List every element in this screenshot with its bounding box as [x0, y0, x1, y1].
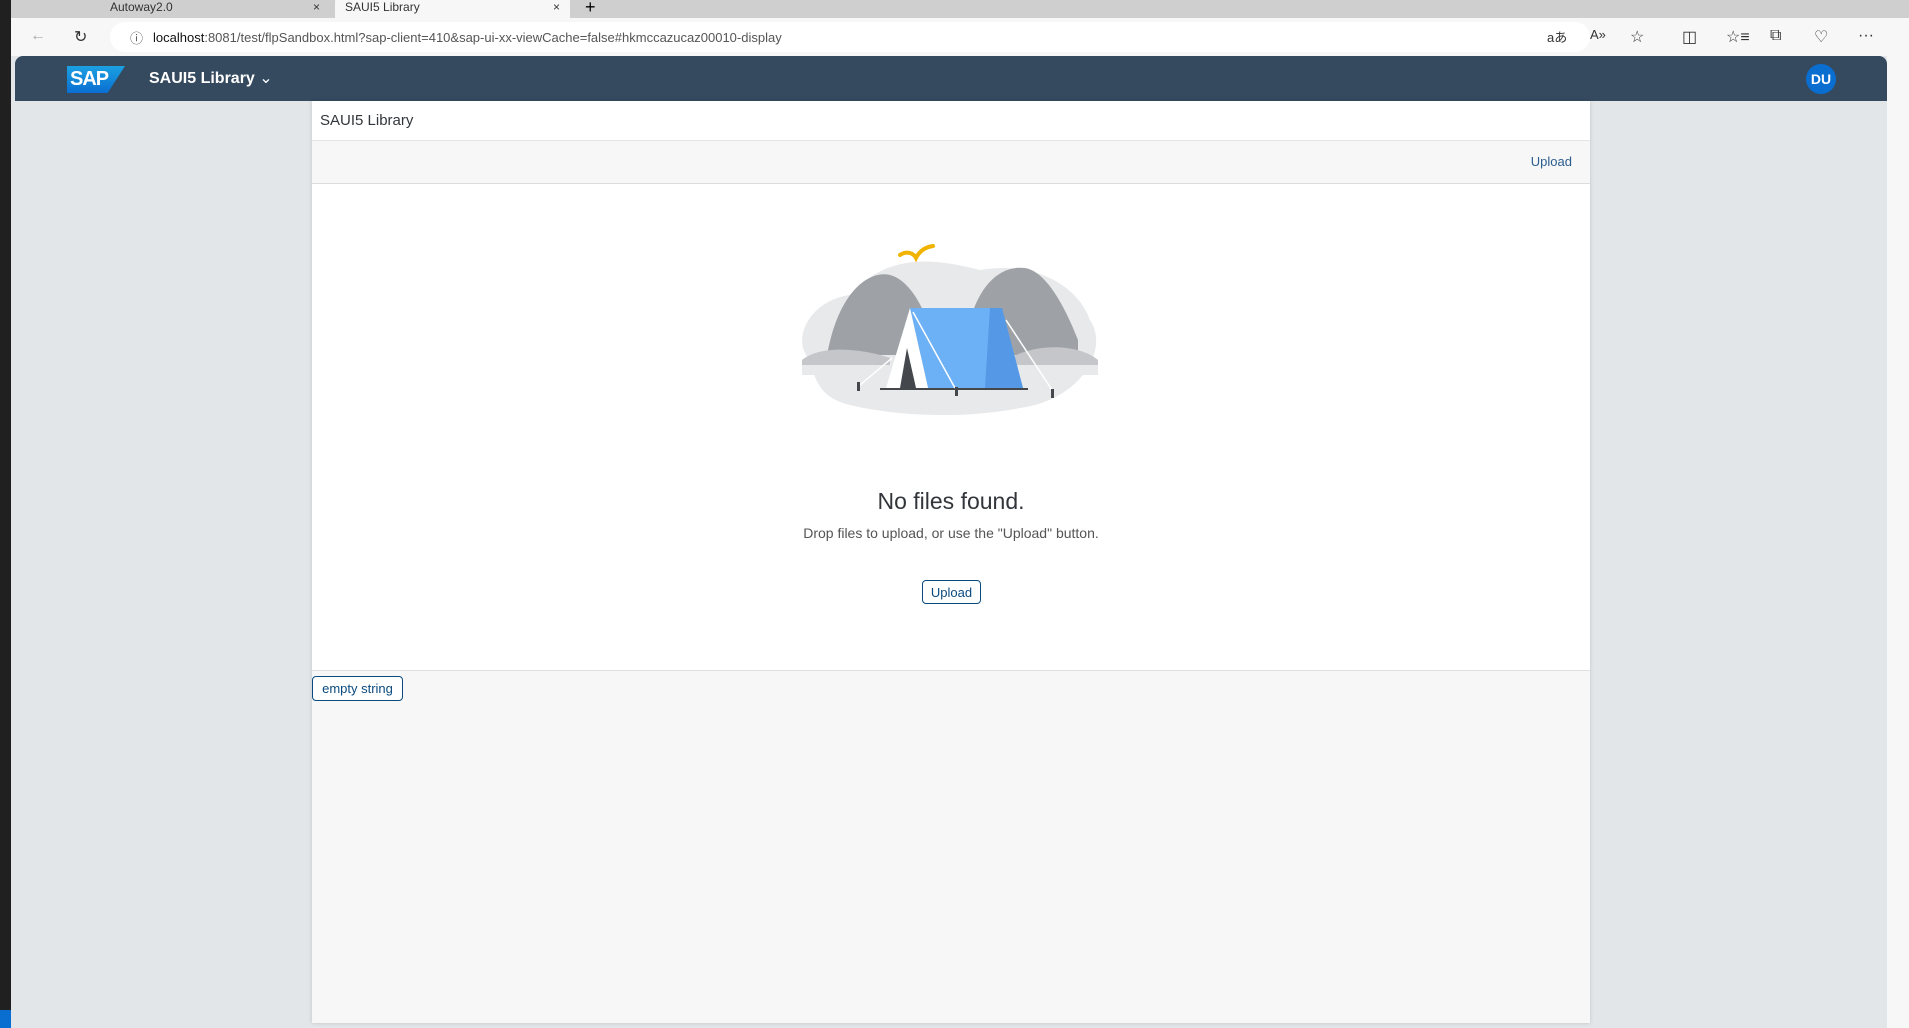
translate-icon[interactable]: aあ: [1547, 27, 1567, 46]
chevron-down-icon: ⌄: [259, 70, 273, 87]
app-title-menu[interactable]: SAUI5 Library ⌄: [149, 68, 273, 88]
upload-button[interactable]: Upload: [922, 580, 981, 604]
app-title: SAUI5 Library: [149, 70, 255, 87]
toolbar-upload-button[interactable]: Upload: [1531, 154, 1572, 169]
url-text: localhost:8081/test/flpSandbox.html?sap-…: [153, 29, 782, 45]
close-icon[interactable]: ×: [313, 0, 320, 14]
more-icon[interactable]: ···: [1858, 27, 1874, 45]
user-avatar[interactable]: DU: [1806, 64, 1836, 94]
taskbar-edge: [0, 1010, 11, 1028]
browser-sidebar: [1887, 56, 1909, 1028]
empty-string-button[interactable]: empty string: [312, 676, 403, 701]
favorites-icon[interactable]: ☆≡: [1726, 27, 1750, 47]
read-aloud-icon[interactable]: A»: [1590, 27, 1606, 42]
empty-state-description: Drop files to upload, or use the "Upload…: [803, 525, 1099, 541]
close-icon[interactable]: ×: [553, 0, 560, 14]
upload-set-empty-state: No files found. Drop files to upload, or…: [312, 184, 1590, 671]
collections-icon[interactable]: ⧉: [1770, 27, 1781, 45]
tent-illustration: [802, 244, 1098, 416]
tab-label: Autoway2.0: [110, 0, 173, 14]
tab-label: SAUI5 Library: [345, 0, 420, 14]
back-icon[interactable]: ←: [30, 27, 46, 45]
new-tab-icon[interactable]: +: [585, 0, 596, 18]
reload-icon[interactable]: ↻: [74, 27, 87, 47]
page-title: SAUI5 Library: [312, 101, 1590, 141]
favorite-star-icon[interactable]: ☆: [1630, 27, 1644, 47]
empty-state-title: No files found.: [877, 488, 1025, 514]
tab-autoway[interactable]: Autoway2.0 ×: [100, 0, 330, 18]
split-screen-icon[interactable]: ◫: [1682, 27, 1697, 47]
info-icon[interactable]: ⓘ: [130, 28, 143, 47]
window-edge: [0, 0, 11, 1028]
upload-toolbar: Upload: [312, 141, 1590, 184]
browser-health-icon[interactable]: ♡: [1814, 27, 1828, 47]
address-bar[interactable]: ⓘ localhost:8081/test/flpSandbox.html?sa…: [110, 22, 1590, 52]
tab-saui5-library[interactable]: SAUI5 Library ×: [335, 0, 570, 18]
shell-header: [15, 56, 1887, 101]
